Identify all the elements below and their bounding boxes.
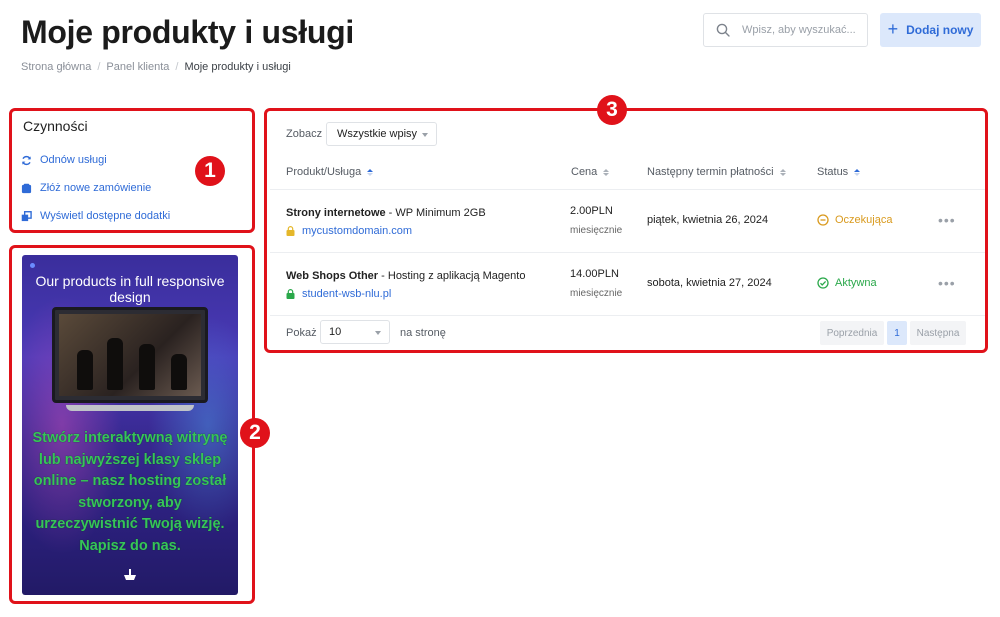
search-input[interactable] — [742, 24, 862, 36]
view-filter-select[interactable]: Wszystkie wpisy — [326, 122, 437, 146]
breadcrumb-client-panel[interactable]: Panel klienta — [106, 61, 169, 73]
add-new-button[interactable]: + Dodaj nowy — [880, 13, 981, 47]
search-box — [703, 13, 868, 47]
column-header-label: Produkt/Usługa — [286, 166, 362, 178]
figure-shape — [171, 354, 187, 390]
promo-dot — [30, 263, 35, 268]
add-new-label: Dodaj nowy — [906, 23, 974, 37]
billing-cycle: miesięcznie — [570, 225, 623, 236]
view-addons-label: Wyświetl dostępne dodatki — [40, 210, 171, 222]
actions-title: Czynności — [23, 118, 88, 134]
promo-panel: Our products in full responsive design S… — [9, 245, 255, 604]
device-screen — [59, 314, 201, 396]
promo-heading: Our products in full responsive design — [35, 273, 225, 305]
per-page-label: Pokaż — [286, 327, 317, 339]
lock-icon — [286, 226, 295, 236]
breadcrumb-current: Moje produkty i usługi — [184, 61, 291, 73]
new-order-link[interactable]: Złóż nowe zamówienie — [21, 182, 151, 194]
previous-page-button[interactable]: Poprzednia — [820, 321, 884, 345]
promo-device-illustration — [52, 307, 208, 403]
table-row[interactable]: Web Shops Other - Hosting z aplikacją Ma… — [270, 252, 985, 313]
breadcrumb-separator: / — [175, 61, 179, 73]
new-order-label: Złóż nowe zamówienie — [40, 182, 152, 194]
breadcrumb: Strona główna / Panel klienta / Moje pro… — [21, 61, 291, 73]
search-icon — [716, 23, 730, 37]
status-text: Oczekująca — [835, 214, 893, 226]
product-plan: - Hosting z aplikacją Magento — [378, 270, 526, 282]
promo-text: Stwórz interaktywną witrynę lub najwyższ… — [32, 430, 228, 554]
table-row[interactable]: Strony internetowe - WP Minimum 2GB mycu… — [270, 189, 985, 250]
view-filter-label: Zobacz — [286, 128, 323, 140]
next-due-date: sobota, kwietnia 27, 2024 — [647, 277, 772, 289]
figure-shape — [139, 344, 155, 390]
chevron-down-icon — [375, 331, 381, 335]
status-badge: Oczekująca — [817, 214, 892, 226]
promo-banner[interactable]: Our products in full responsive design S… — [22, 255, 238, 595]
page-number-button[interactable]: 1 — [887, 321, 907, 345]
domain-text: student-wsb-nlu.pl — [302, 288, 392, 300]
view-filter-value: Wszystkie wpisy — [337, 128, 418, 140]
sort-icon — [367, 168, 374, 176]
per-page-select[interactable]: 10 — [320, 320, 390, 344]
product-name: Web Shops Other - Hosting z aplikacją Ma… — [286, 270, 525, 282]
refresh-icon — [22, 155, 31, 165]
more-options-icon[interactable]: ••• — [938, 275, 956, 291]
pending-icon — [817, 214, 829, 226]
product-title: Web Shops Other — [286, 270, 379, 282]
breadcrumb-separator: / — [97, 61, 101, 73]
more-options-icon[interactable]: ••• — [938, 212, 956, 228]
price-value: 14.00PLN — [570, 268, 619, 280]
column-header-price[interactable]: Cena — [571, 166, 610, 178]
sort-icon — [603, 168, 610, 176]
column-header-next-due[interactable]: Następny termin płatności — [647, 166, 786, 178]
renew-services-link[interactable]: Odnów usługi — [21, 154, 107, 166]
next-due-date: piątek, kwietnia 26, 2024 — [647, 214, 769, 226]
annotation-badge-2: 2 — [240, 418, 270, 448]
annotation-badge-3: 3 — [597, 95, 627, 125]
cart-icon — [21, 183, 32, 193]
table-footer: Pokaż 10 na stronę Poprzednia 1 Następna — [270, 315, 985, 353]
per-page-value: 10 — [329, 326, 342, 338]
product-domain-link[interactable]: student-wsb-nlu.pl — [286, 288, 391, 300]
billing-cycle: miesięcznie — [570, 288, 623, 299]
sort-icon — [779, 168, 786, 176]
plus-icon: + — [887, 19, 899, 39]
column-header-label: Status — [817, 166, 849, 178]
product-domain-link[interactable]: mycustomdomain.com — [286, 225, 412, 237]
column-header-product[interactable]: Produkt/Usługa — [286, 166, 374, 178]
status-text: Aktywna — [835, 277, 877, 289]
next-page-button[interactable]: Następna — [910, 321, 966, 345]
product-name: Strony internetowe - WP Minimum 2GB — [286, 207, 486, 219]
products-table-panel: Zobacz Wszystkie wpisy Produkt/Usługa Ce… — [264, 108, 988, 353]
check-circle-icon — [817, 277, 829, 289]
sort-icon — [854, 168, 861, 176]
domain-text: mycustomdomain.com — [302, 225, 413, 237]
page-title: Moje produkty i usługi — [21, 14, 354, 50]
figure-shape — [107, 338, 123, 390]
mouse-icon — [124, 569, 136, 580]
chevron-down-icon — [422, 133, 428, 137]
column-header-label: Następny termin płatności — [647, 166, 774, 178]
figure-shape — [77, 350, 93, 390]
view-addons-link[interactable]: Wyświetl dostępne dodatki — [21, 210, 170, 222]
laptop-base — [66, 405, 194, 411]
price-value: 2.00PLN — [570, 205, 613, 217]
product-title: Strony internetowe — [286, 207, 386, 219]
product-plan: - WP Minimum 2GB — [385, 207, 486, 219]
annotation-badge-1: 1 — [195, 156, 225, 186]
breadcrumb-home[interactable]: Strona główna — [21, 61, 91, 73]
renew-services-label: Odnów usługi — [40, 154, 107, 166]
addons-icon — [21, 210, 32, 221]
status-badge: Aktywna — [817, 277, 877, 289]
lock-icon — [286, 289, 295, 299]
per-page-suffix: na stronę — [400, 327, 446, 339]
column-header-status[interactable]: Status — [817, 166, 861, 178]
column-header-label: Cena — [571, 166, 598, 178]
